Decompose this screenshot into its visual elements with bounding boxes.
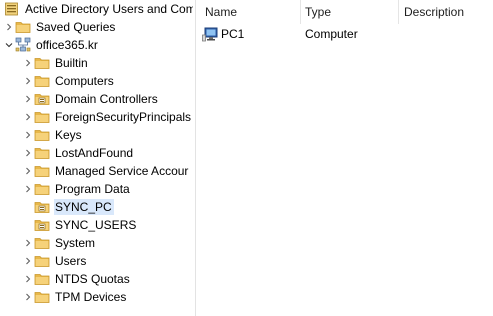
- tree-item-foreignsecurityprincipals[interactable]: ForeignSecurityPrincipals: [22, 108, 193, 126]
- tree-item-label: Active Directory Users and Com: [25, 2, 193, 16]
- chevron-right-icon[interactable]: [22, 252, 34, 270]
- column-header-type-label: Type: [305, 5, 332, 19]
- ou-icon: [34, 91, 50, 107]
- tree-item-lostandfound[interactable]: LostAndFound: [22, 144, 135, 162]
- folder-icon: [34, 235, 50, 251]
- tree-item-label: TPM Devices: [55, 290, 127, 304]
- tree-item-label: SYNC_PC: [54, 199, 114, 215]
- tree-item-tpm-devices[interactable]: TPM Devices: [22, 288, 128, 306]
- folder-icon: [34, 145, 50, 161]
- chevron-right-icon[interactable]: [22, 90, 34, 108]
- tree-item-users[interactable]: Users: [22, 252, 88, 270]
- chevron-right-icon[interactable]: [22, 108, 34, 126]
- column-header-name-label: Name: [205, 5, 238, 19]
- folder-icon: [34, 181, 50, 197]
- mmc-window: Active Directory Users and Com Saved Quer…: [0, 0, 493, 316]
- cell-name: PC1: [221, 27, 245, 41]
- tree-item-keys[interactable]: Keys: [22, 126, 84, 144]
- tree-item-computers[interactable]: Computers: [22, 72, 116, 90]
- folder-icon: [34, 271, 50, 287]
- column-header-description[interactable]: Description: [404, 0, 493, 24]
- chevron-right-icon[interactable]: [22, 288, 34, 306]
- tree-item-system[interactable]: System: [22, 234, 97, 252]
- folder-icon: [34, 163, 50, 179]
- domain-icon: [15, 37, 31, 53]
- cell-type: Computer: [305, 27, 358, 41]
- folder-icon: [34, 109, 50, 125]
- chevron-down-icon[interactable]: [3, 36, 15, 54]
- chevron-right-icon[interactable]: [22, 234, 34, 252]
- folder-icon: [34, 289, 50, 305]
- tree-item-label: NTDS Quotas: [55, 272, 130, 286]
- column-header-type[interactable]: Type: [305, 0, 395, 24]
- tree-item-label: Managed Service Accour: [55, 164, 189, 178]
- column-header-description-label: Description: [404, 5, 465, 19]
- list-item[interactable]: PC1 Computer: [196, 25, 493, 43]
- tree-item-saved-queries[interactable]: Saved Queries: [3, 18, 117, 36]
- tree-item-label: Keys: [55, 128, 82, 142]
- column-header-name[interactable]: Name: [205, 0, 300, 24]
- details-pane: Name Type Description PC1 Computer: [196, 0, 493, 316]
- tree-item-builtin[interactable]: Builtin: [22, 54, 90, 72]
- tree-item-label: System: [55, 236, 96, 250]
- chevron-right-icon[interactable]: [22, 180, 34, 198]
- tree-item-ntds-quotas[interactable]: NTDS Quotas: [22, 270, 132, 288]
- tree-item-domain-controllers[interactable]: Domain Controllers: [22, 90, 160, 108]
- tree-item-root[interactable]: Active Directory Users and Com: [0, 0, 193, 18]
- tree-item-domain[interactable]: office365.kr: [3, 36, 100, 54]
- chevron-right-icon[interactable]: [22, 54, 34, 72]
- column-separator[interactable]: [300, 0, 301, 24]
- tree-item-label: SYNC_USERS: [55, 218, 137, 232]
- folder-icon: [34, 55, 50, 71]
- tree-item-sync-users[interactable]: SYNC_USERS: [22, 216, 138, 234]
- tree-item-label: Computers: [55, 74, 114, 88]
- folder-icon: [34, 73, 50, 89]
- tree-item-managed-service-accour[interactable]: Managed Service Accour: [22, 162, 190, 180]
- tree-item-label: Program Data: [55, 182, 130, 196]
- console-tree: Active Directory Users and Com Saved Quer…: [0, 0, 193, 316]
- chevron-right-icon[interactable]: [22, 72, 34, 90]
- ou-icon: [34, 217, 50, 233]
- tree-item-label: office365.kr: [36, 38, 98, 52]
- ou-icon: [34, 199, 50, 215]
- tree-item-label: LostAndFound: [55, 146, 134, 160]
- tree-item-label: Users: [55, 254, 87, 268]
- tree-item-label: Saved Queries: [36, 20, 116, 34]
- tree-item-program-data[interactable]: Program Data: [22, 180, 132, 198]
- chevron-right-icon[interactable]: [22, 270, 34, 288]
- tree-item-label: ForeignSecurityPrincipals: [55, 110, 192, 124]
- chevron-right-icon[interactable]: [22, 126, 34, 144]
- folder-icon: [15, 19, 31, 35]
- chevron-right-icon[interactable]: [22, 162, 34, 180]
- ad-console-icon: [4, 1, 20, 17]
- computer-icon: [202, 26, 218, 42]
- folder-icon: [34, 253, 50, 269]
- tree-item-label: Domain Controllers: [55, 92, 158, 106]
- column-separator[interactable]: [398, 0, 399, 24]
- folder-icon: [34, 127, 50, 143]
- chevron-right-icon[interactable]: [22, 144, 34, 162]
- tree-item-sync-pc[interactable]: SYNC_PC: [22, 198, 114, 216]
- tree-item-label: Builtin: [55, 56, 88, 70]
- chevron-right-icon[interactable]: [3, 18, 15, 36]
